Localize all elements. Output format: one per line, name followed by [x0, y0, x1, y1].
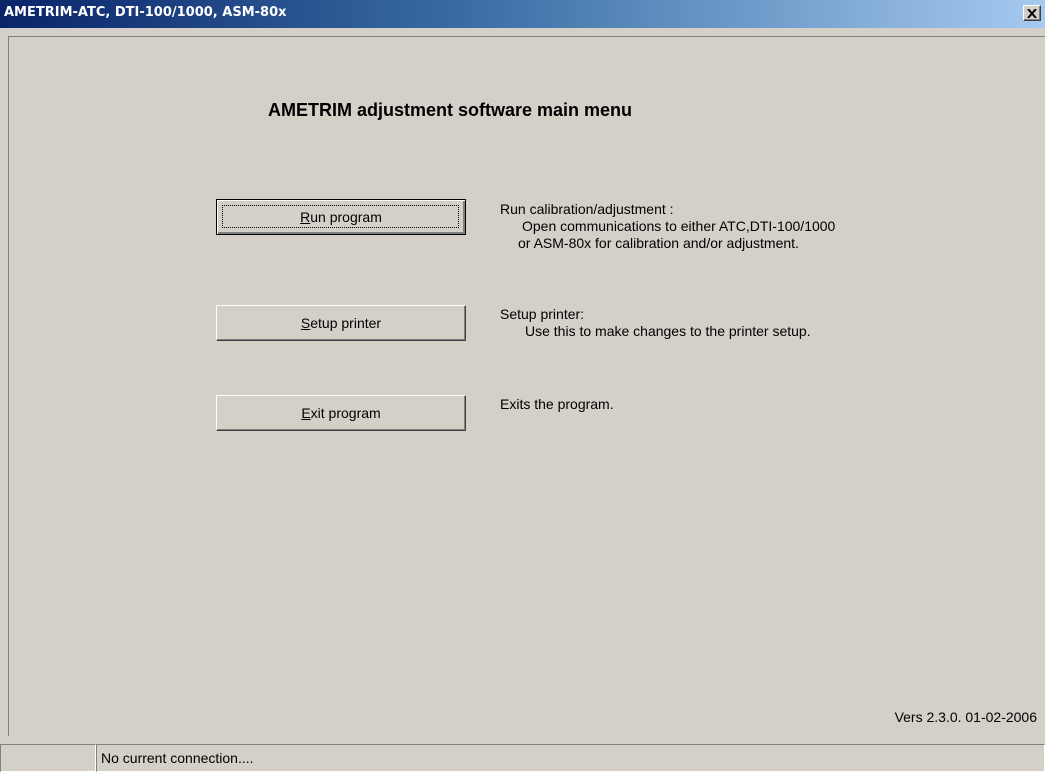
run-program-label: Run program: [300, 209, 382, 225]
close-icon: [1027, 8, 1037, 18]
run-program-desc-line: Open communications to either ATC,DTI-10…: [522, 218, 836, 234]
run-program-description: Run calibration/adjustment : Open commun…: [500, 201, 835, 252]
setup-printer-label: Setup printer: [300, 315, 382, 331]
setup-printer-desc-line: Use this to make changes to the printer …: [525, 323, 811, 339]
exit-program-desc-title: Exits the program.: [500, 396, 614, 412]
status-pane-1: [0, 744, 96, 772]
version-label: Vers 2.3.0. 01-02-2006: [894, 709, 1037, 725]
connection-status: No current connection....: [96, 744, 1045, 772]
app-window: AMETRIM-ATC, DTI-100/1000, ASM-80x AMETR…: [0, 0, 1045, 772]
exit-program-description: Exits the program.: [500, 396, 614, 413]
page-title: AMETRIM adjustment software main menu: [268, 100, 633, 120]
run-program-desc-line: or ASM-80x for calibration and/or adjust…: [518, 235, 799, 251]
window-title: AMETRIM-ATC, DTI-100/1000, ASM-80x: [4, 5, 287, 20]
status-bar: No current connection....: [0, 744, 1045, 772]
close-button[interactable]: [1023, 5, 1041, 21]
title-bar[interactable]: AMETRIM-ATC, DTI-100/1000, ASM-80x: [0, 0, 1045, 28]
run-program-button[interactable]: Run program: [216, 199, 466, 235]
setup-printer-button[interactable]: Setup printer: [216, 305, 466, 341]
exit-program-label: Exit program: [301, 405, 381, 421]
run-program-desc-title: Run calibration/adjustment :: [500, 201, 674, 217]
exit-program-button[interactable]: Exit program: [216, 395, 466, 431]
setup-printer-description: Setup printer: Use this to make changes …: [500, 306, 811, 340]
setup-printer-desc-title: Setup printer:: [500, 306, 585, 322]
client-area: [8, 36, 1045, 736]
